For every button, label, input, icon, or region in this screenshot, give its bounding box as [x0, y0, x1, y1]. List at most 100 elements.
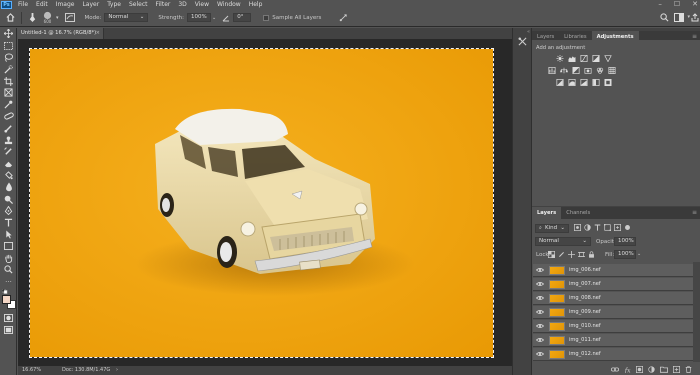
sample-all-layers-checkbox[interactable] — [263, 14, 270, 21]
quick-selection-tool-icon[interactable] — [0, 63, 17, 75]
strength-input[interactable]: 100% — [187, 13, 212, 22]
menu-edit[interactable]: Edit — [32, 0, 52, 9]
filter-shape-icon[interactable] — [604, 224, 611, 231]
channel-mixer-icon[interactable] — [596, 67, 604, 74]
lock-image-pixels-icon[interactable] — [558, 251, 565, 258]
color-balance-icon[interactable] — [560, 67, 568, 74]
tab-channels[interactable]: Channels — [561, 207, 595, 219]
eraser-tool-icon[interactable] — [0, 158, 17, 170]
visibility-eye-icon[interactable] — [536, 337, 544, 343]
mode-select[interactable]: Normal ⌄ — [104, 13, 149, 22]
menu-filter[interactable]: Filter — [152, 0, 175, 9]
workspace-icon[interactable] — [674, 13, 684, 22]
home-icon[interactable] — [6, 13, 15, 22]
blur-tool-icon[interactable] — [0, 181, 17, 193]
type-tool-icon[interactable] — [0, 217, 17, 229]
add-mask-icon[interactable] — [636, 366, 643, 373]
zoom-level[interactable]: 16.67% — [22, 366, 41, 375]
exposure-icon[interactable] — [592, 55, 600, 62]
lock-transparent-pixels-icon[interactable] — [548, 251, 555, 258]
visibility-eye-icon[interactable] — [536, 295, 544, 301]
document-info[interactable]: Doc: 130.8M/1.47G — [62, 366, 110, 375]
dodge-tool-icon[interactable] — [0, 193, 17, 205]
menu-view[interactable]: View — [191, 0, 213, 9]
layers-panel-menu-icon[interactable]: ≡ — [692, 207, 697, 219]
document-canvas[interactable] — [29, 48, 494, 358]
close-button[interactable]: ✕ — [692, 0, 698, 9]
paint-bucket-tool-icon[interactable] — [0, 170, 17, 182]
hue-saturation-icon[interactable] — [548, 67, 556, 74]
history-brush-tool-icon[interactable] — [0, 146, 17, 158]
move-tool-icon[interactable] — [0, 28, 17, 40]
dock-expand-icon[interactable]: « — [527, 29, 530, 35]
visibility-eye-icon[interactable] — [536, 267, 544, 273]
document-tab[interactable]: Untitled-1 @ 16.7% (RGB/8*) × — [18, 28, 104, 39]
new-adjustment-layer-icon[interactable] — [648, 366, 655, 373]
levels-icon[interactable] — [568, 55, 576, 62]
lock-all-icon[interactable] — [588, 251, 595, 258]
layer-row[interactable]: img_012.nef — [533, 348, 693, 361]
invert-icon[interactable] — [556, 79, 564, 86]
layer-row[interactable]: img_009.nef — [533, 306, 693, 319]
menu-help[interactable]: Help — [245, 0, 267, 9]
filter-toggle-icon[interactable] — [624, 224, 631, 231]
marquee-tool-icon[interactable] — [0, 40, 17, 52]
fill-input[interactable]: 100% — [614, 250, 636, 259]
brush-tool-icon[interactable] — [0, 122, 17, 134]
filter-type-icon[interactable] — [594, 224, 601, 231]
angle-input[interactable]: 0° — [233, 13, 252, 22]
pressure-icon[interactable] — [339, 13, 348, 22]
layer-row[interactable]: img_008.nef — [533, 292, 693, 305]
more-tools-icon[interactable]: ··· — [0, 276, 17, 288]
brush-settings-icon[interactable] — [64, 13, 75, 22]
rectangle-tool-icon[interactable] — [0, 240, 17, 252]
layer-row[interactable]: img_011.nef — [533, 334, 693, 347]
fill-chevron-icon[interactable]: ⌄ — [637, 251, 641, 257]
threshold-icon[interactable] — [580, 79, 588, 86]
opacity-input[interactable]: 100% — [614, 237, 636, 246]
layer-style-icon[interactable]: fx — [624, 366, 631, 373]
selective-color-icon[interactable] — [604, 79, 612, 86]
minimize-button[interactable]: – — [658, 0, 662, 9]
layer-filter-select[interactable]: ⌕ Kind ⌄ — [535, 224, 569, 233]
lock-artboard-icon[interactable] — [578, 251, 585, 258]
vibrance-icon[interactable] — [604, 55, 612, 62]
brush-dropdown-chevron-icon[interactable]: ▾ — [56, 15, 59, 21]
hand-tool-icon[interactable] — [0, 252, 17, 264]
screen-mode-icon[interactable] — [0, 324, 17, 336]
pen-tool-icon[interactable] — [0, 205, 17, 217]
workspace-chevron-icon[interactable]: ▾ — [687, 14, 690, 20]
layers-scrollbar[interactable] — [693, 262, 700, 362]
share-icon[interactable] — [691, 13, 699, 22]
smudge-tool-icon[interactable] — [28, 12, 37, 23]
path-selection-tool-icon[interactable] — [0, 229, 17, 241]
color-lookup-icon[interactable] — [608, 67, 616, 74]
link-layers-icon[interactable] — [611, 366, 619, 373]
posterize-icon[interactable] — [568, 79, 576, 86]
visibility-eye-icon[interactable] — [536, 281, 544, 287]
visibility-eye-icon[interactable] — [536, 323, 544, 329]
foreground-color-swatch[interactable] — [2, 294, 11, 304]
clone-stamp-tool-icon[interactable] — [0, 134, 17, 146]
tool-presets-icon[interactable] — [518, 37, 527, 48]
menu-window[interactable]: Window — [213, 0, 245, 9]
lock-position-icon[interactable] — [568, 251, 575, 258]
document-tab-close-icon[interactable]: × — [96, 28, 100, 39]
brightness-contrast-icon[interactable] — [556, 55, 564, 62]
menu-image[interactable]: Image — [52, 0, 79, 9]
menu-layer[interactable]: Layer — [78, 0, 103, 9]
maximize-button[interactable]: ☐ — [674, 0, 680, 9]
filter-pixel-icon[interactable] — [574, 224, 581, 231]
photo-filter-icon[interactable] — [584, 67, 592, 74]
strength-chevron-icon[interactable]: ⌄ — [212, 15, 216, 21]
filter-adjustment-icon[interactable] — [584, 224, 591, 231]
visibility-eye-icon[interactable] — [536, 309, 544, 315]
search-icon[interactable] — [660, 13, 669, 22]
frame-tool-icon[interactable] — [0, 87, 17, 99]
layer-row[interactable]: img_010.nef — [533, 320, 693, 333]
new-layer-icon[interactable] — [673, 366, 680, 373]
visibility-eye-icon[interactable] — [536, 351, 544, 357]
delete-layer-icon[interactable] — [685, 366, 692, 373]
menu-3d[interactable]: 3D — [174, 0, 190, 9]
blend-mode-select[interactable]: Normal ⌄ — [535, 237, 591, 246]
